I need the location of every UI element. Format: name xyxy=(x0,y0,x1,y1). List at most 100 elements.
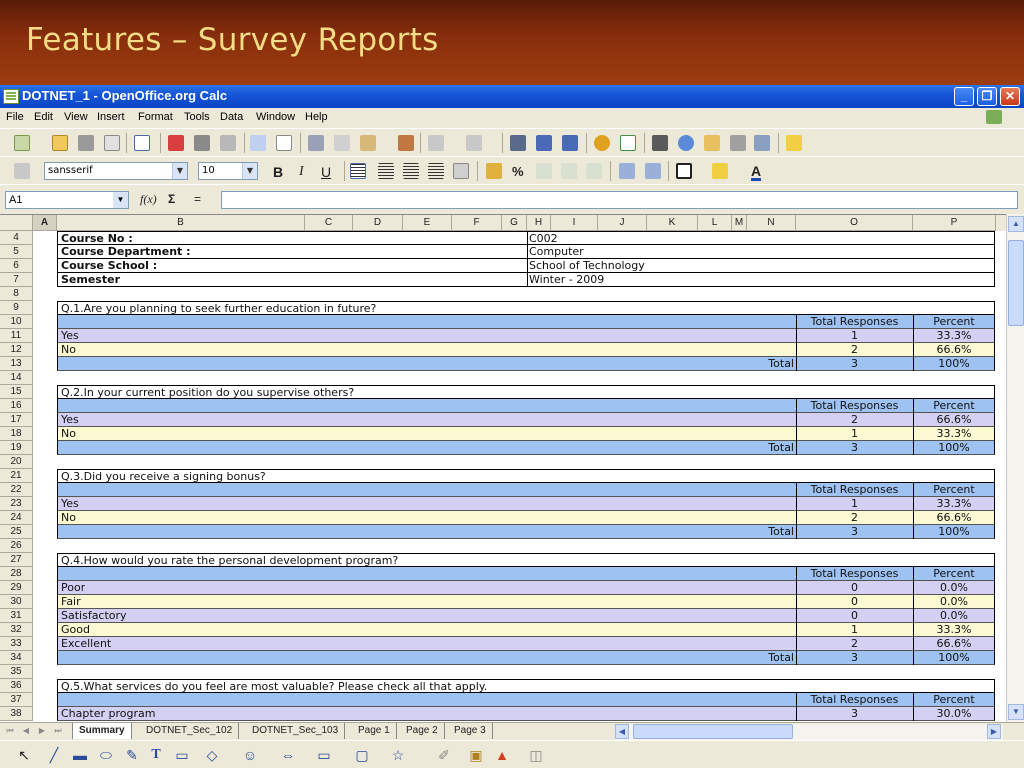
column-header-d[interactable]: D xyxy=(353,215,403,231)
basic-shapes-icon[interactable]: ◇ xyxy=(204,747,220,763)
response-count[interactable]: 3 xyxy=(796,441,913,455)
course-info-label[interactable]: Course No : xyxy=(61,232,133,246)
row-header[interactable]: 34 xyxy=(0,651,33,665)
column-header-l[interactable]: L xyxy=(698,215,732,231)
column-header-e[interactable]: E xyxy=(403,215,452,231)
answer-label[interactable]: Good xyxy=(61,623,90,637)
chevron-down-icon[interactable]: ▼ xyxy=(172,163,187,179)
total-label[interactable]: Total xyxy=(58,525,796,539)
row-header[interactable]: 35 xyxy=(0,665,33,679)
question-text[interactable]: Q.4.How would you rate the personal deve… xyxy=(61,554,398,568)
answer-label[interactable]: Satisfactory xyxy=(61,609,127,623)
response-count[interactable]: 3 xyxy=(796,357,913,371)
response-percent[interactable]: 66.6% xyxy=(913,343,995,357)
response-count[interactable]: 1 xyxy=(796,427,913,441)
flowchart-icon[interactable]: ▭ xyxy=(316,747,332,763)
row-header[interactable]: 11 xyxy=(0,329,33,343)
align-left-icon[interactable] xyxy=(350,163,366,179)
gallery-icon[interactable] xyxy=(704,135,720,151)
course-info-value[interactable]: Winter - 2009 xyxy=(529,273,604,287)
email-icon[interactable] xyxy=(104,135,120,151)
response-percent[interactable]: 33.3% xyxy=(913,427,995,441)
row-header[interactable]: 28 xyxy=(0,567,33,581)
horizontal-scroll-thumb[interactable] xyxy=(633,724,793,739)
column-header-b[interactable]: B xyxy=(57,215,305,231)
autospellcheck-icon[interactable] xyxy=(276,135,292,151)
bold-icon[interactable]: B xyxy=(273,164,283,180)
row-header[interactable]: 30 xyxy=(0,595,33,609)
currency-icon[interactable] xyxy=(486,163,502,179)
update-icon[interactable] xyxy=(986,110,1002,124)
percent-header[interactable]: Percent xyxy=(913,483,995,497)
redo-icon[interactable] xyxy=(466,135,482,151)
total-label[interactable]: Total xyxy=(58,441,796,455)
answer-label[interactable]: Yes xyxy=(61,413,79,427)
freeform-icon[interactable]: ✎ xyxy=(124,747,140,763)
response-percent[interactable]: 100% xyxy=(913,441,995,455)
response-count[interactable]: 2 xyxy=(796,413,913,427)
response-percent[interactable]: 33.3% xyxy=(913,623,995,637)
answer-label[interactable]: Chapter program xyxy=(61,707,155,721)
rectangle-icon[interactable]: ▬ xyxy=(72,747,88,763)
sheet-tab-dotnet-sec-103[interactable]: DOTNET_Sec_103 xyxy=(246,723,346,739)
answer-label[interactable]: No xyxy=(61,511,76,525)
sheet-tab-dotnet-sec-102[interactable]: DOTNET_Sec_102 xyxy=(140,723,240,739)
response-count[interactable]: 0 xyxy=(796,581,913,595)
corner-cell[interactable] xyxy=(0,215,33,231)
scroll-left-icon[interactable]: ◀ xyxy=(615,724,629,739)
column-header-g[interactable]: G xyxy=(502,215,527,231)
answer-label[interactable]: No xyxy=(61,427,76,441)
row-header[interactable]: 14 xyxy=(0,371,33,385)
total-responses-header[interactable]: Total Responses xyxy=(796,567,913,581)
row-header[interactable]: 5 xyxy=(0,245,33,259)
underline-icon[interactable]: U xyxy=(321,164,331,180)
column-header-j[interactable]: J xyxy=(598,215,647,231)
column-header-p[interactable]: P xyxy=(913,215,996,231)
course-info-value[interactable]: School of Technology xyxy=(529,259,645,273)
export-pdf-icon[interactable] xyxy=(168,135,184,151)
response-percent[interactable]: 0.0% xyxy=(913,581,995,595)
response-percent[interactable]: 66.6% xyxy=(913,511,995,525)
sheet-tab-summary[interactable]: Summary xyxy=(72,723,132,739)
name-box[interactable]: A1 ▼ xyxy=(5,191,129,209)
menu-edit[interactable]: Edit xyxy=(34,111,53,123)
response-percent[interactable]: 100% xyxy=(913,357,995,371)
new-document-icon[interactable] xyxy=(14,135,30,151)
print-icon[interactable] xyxy=(194,135,210,151)
vertical-scroll-thumb[interactable] xyxy=(1008,240,1024,326)
question-text[interactable]: Q.1.Are you planning to seek further edu… xyxy=(61,302,376,316)
question-text[interactable]: Q.3.Did you receive a signing bonus? xyxy=(61,470,266,484)
zoom-icon[interactable] xyxy=(754,135,770,151)
select-arrow-icon[interactable]: ↖ xyxy=(16,747,32,763)
next-sheet-icon[interactable]: ▶ xyxy=(36,726,48,738)
ellipse-icon[interactable]: ⬭ xyxy=(98,747,114,763)
response-percent[interactable]: 0.0% xyxy=(913,595,995,609)
row-header[interactable]: 7 xyxy=(0,273,33,287)
sheet-tab-page-1[interactable]: Page 1 xyxy=(352,723,397,739)
scroll-right-icon[interactable]: ▶ xyxy=(987,724,1001,739)
hyperlink-icon[interactable] xyxy=(510,135,526,151)
question-text[interactable]: Q.5.What services do you feel are most v… xyxy=(61,680,487,694)
vertical-scrollbar[interactable]: ▲ ▼ xyxy=(1006,214,1024,722)
menu-format[interactable]: Format xyxy=(138,111,173,123)
row-header[interactable]: 13 xyxy=(0,357,33,371)
last-sheet-icon[interactable]: ⏭ xyxy=(52,726,64,738)
response-count[interactable]: 3 xyxy=(796,707,913,721)
response-percent[interactable]: 33.3% xyxy=(913,329,995,343)
navigator-icon[interactable] xyxy=(678,135,694,151)
formula-input[interactable] xyxy=(221,191,1018,209)
italic-icon[interactable]: I xyxy=(299,164,304,180)
total-label[interactable]: Total xyxy=(58,357,796,371)
row-header[interactable]: 15 xyxy=(0,385,33,399)
response-percent[interactable]: 66.6% xyxy=(913,637,995,651)
answer-label[interactable]: Poor xyxy=(61,581,85,595)
align-right-icon[interactable] xyxy=(403,163,419,179)
row-header[interactable]: 17 xyxy=(0,413,33,427)
row-header[interactable]: 20 xyxy=(0,455,33,469)
styles-icon[interactable] xyxy=(14,163,30,179)
course-info-value[interactable]: Computer xyxy=(529,245,584,259)
response-percent[interactable]: 0.0% xyxy=(913,609,995,623)
help-icon[interactable] xyxy=(786,135,802,151)
chevron-down-icon[interactable]: ▼ xyxy=(113,192,128,208)
text-icon[interactable]: T xyxy=(148,747,164,763)
